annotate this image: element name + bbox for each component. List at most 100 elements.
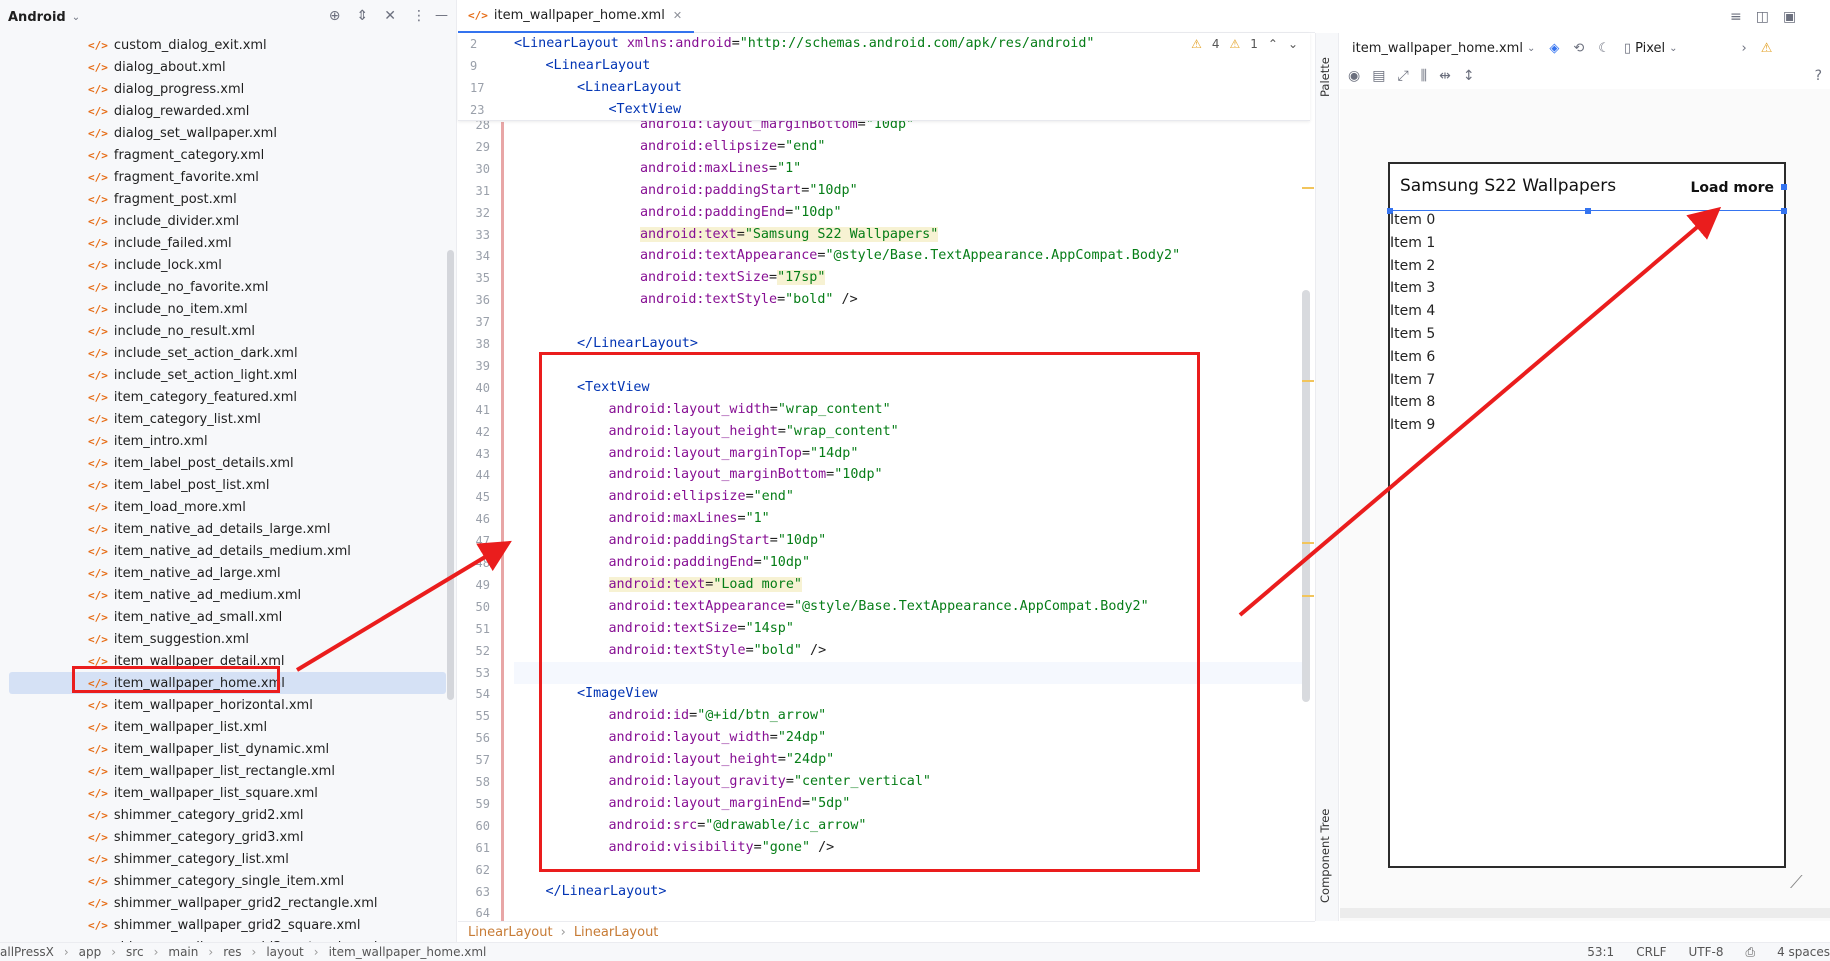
file-item[interactable]: </> item_native_ad_medium.xml [0,584,446,606]
nav-path-item[interactable]: item_wallpaper_home.xml [329,945,487,959]
tab-item-wallpaper-home[interactable]: </> item_wallpaper_home.xml ✕ [458,0,695,33]
preview-list-item[interactable]: Item 1 [1390,235,1435,251]
file-item[interactable]: </> fragment_favorite.xml [0,166,446,188]
preview-list-item[interactable]: Item 8 [1390,394,1435,410]
locate-icon[interactable]: ⊕ [329,8,341,24]
file-item[interactable]: </> item_label_post_details.xml [0,452,446,474]
file-item[interactable]: </> item_wallpaper_list_dynamic.xml [0,738,446,760]
autoconnect-icon[interactable]: ⤢ [1397,68,1408,84]
nav-path-item[interactable]: allPressX [0,945,54,959]
file-item[interactable]: </> dialog_rewarded.xml [0,100,446,122]
file-item[interactable]: </> item_wallpaper_horizontal.xml [0,694,446,716]
resize-handle[interactable] [1585,208,1591,214]
device-preview[interactable]: Samsung S22 Wallpapers Load more Item 0 I… [1387,162,1787,868]
sticky-lines[interactable]: ⚠ 4 ⚠ 1 ⌃ ⌄ <LinearLayout xmlns:android="h… [458,33,1310,121]
device-selector[interactable]: Pixel [1635,41,1665,56]
nav-path-item[interactable]: main [168,945,198,959]
error-stripe-mark[interactable] [1302,187,1314,189]
code-line[interactable]: android:maxLines="1" [514,158,801,180]
file-item[interactable]: </> item_category_list.xml [0,408,446,430]
expand-all-icon[interactable]: ⇕ [357,8,369,24]
breadcrumb-item[interactable]: LinearLayout [574,925,659,940]
file-item[interactable]: </> item_wallpaper_list_rectangle.xml [0,760,446,782]
default-margins-icon[interactable]: ⫼ [1421,68,1427,84]
code-line[interactable]: <LinearLayout [514,55,651,77]
preview-list-item[interactable]: Item 3 [1390,280,1435,296]
file-encoding[interactable]: UTF-8 [1689,945,1724,960]
eye-icon[interactable]: ◉ [1348,68,1360,84]
file-item[interactable]: </> item_native_ad_details_medium.xml [0,540,446,562]
preview-list-item[interactable]: Item 0 [1390,212,1435,228]
previous-highlight-icon[interactable]: ⌃ [1268,37,1278,51]
preview-title[interactable]: Samsung S22 Wallpapers [1400,176,1616,196]
code-line[interactable]: android:textSize="17sp" [514,267,826,289]
code-line[interactable]: android:textStyle="bold" /> [514,289,858,311]
indent-setting[interactable]: 4 spaces [1777,945,1830,960]
file-item[interactable]: </> include_lock.xml [0,254,446,276]
line-separator[interactable]: CRLF [1636,945,1666,960]
night-mode-icon[interactable]: ☾ [1598,41,1610,56]
file-item[interactable]: </> include_divider.xml [0,210,446,232]
file-item[interactable]: </> include_set_action_light.xml [0,364,446,386]
preview-load-more[interactable]: Load more [1691,180,1775,196]
file-item[interactable]: </> shimmer_category_single_item.xml [0,870,446,892]
nav-path-item[interactable]: app [79,945,102,959]
lock-icon[interactable]: ⎙ [1745,945,1755,960]
file-item[interactable]: </> include_no_result.xml [0,320,446,342]
code-line[interactable]: android:paddingStart="10dp" [514,180,858,202]
preview-list-item[interactable]: Item 6 [1390,349,1435,365]
file-item[interactable]: </> shimmer_category_grid2.xml [0,804,446,826]
design-scrollbar[interactable] [1340,908,1830,918]
resize-handle[interactable] [1781,208,1787,214]
file-item[interactable]: </> include_no_favorite.xml [0,276,446,298]
nav-path-item[interactable]: res [223,945,241,959]
nav-path-item[interactable]: src [126,945,144,959]
file-item[interactable]: </> item_category_featured.xml [0,386,446,408]
error-stripe-mark[interactable] [1302,595,1314,597]
caret-position[interactable]: 53:1 [1587,945,1614,960]
file-item[interactable]: </> include_set_action_dark.xml [0,342,446,364]
file-item[interactable]: </> item_wallpaper_list.xml [0,716,446,738]
file-item[interactable]: </> fragment_category.xml [0,144,446,166]
file-item[interactable]: </> dialog_set_wallpaper.xml [0,122,446,144]
file-item[interactable]: </> item_native_ad_details_large.xml [0,518,446,540]
project-view-selector[interactable]: Android [8,10,66,25]
file-item[interactable]: </> shimmer_category_list.xml [0,848,446,870]
breadcrumb-item[interactable]: LinearLayout [468,925,553,940]
file-item[interactable]: </> include_no_item.xml [0,298,446,320]
file-item[interactable]: </> dialog_progress.xml [0,78,446,100]
error-stripe-mark[interactable] [1302,380,1314,382]
layout-file-selector[interactable]: item_wallpaper_home.xml [1352,41,1523,56]
orientation-icon[interactable]: ⟲ [1573,41,1584,56]
code-line[interactable]: <LinearLayout xmlns:android="http://sche… [514,33,1094,55]
file-item[interactable]: </> item_suggestion.xml [0,628,446,650]
help-icon[interactable]: ? [1815,68,1822,84]
preview-list-item[interactable]: Item 5 [1390,326,1435,342]
vcs-change-marker[interactable] [501,122,504,922]
component-tree-tab[interactable]: Component Tree [1318,809,1332,903]
chevron-down-icon[interactable]: ⌄ [72,12,80,23]
design-surface-icon[interactable]: ◈ [1549,41,1559,56]
code-line[interactable]: android:paddingEnd="10dp" [514,202,842,224]
error-stripe-mark[interactable] [1302,542,1314,544]
file-item[interactable]: </> custom_dialog_exit.xml [0,34,446,56]
file-item[interactable]: </> item_label_post_list.xml [0,474,446,496]
file-item[interactable]: </> shimmer_category_grid3.xml [0,826,446,848]
nav-path-item[interactable]: layout [266,945,303,959]
align-icon[interactable]: ↕ [1463,68,1475,84]
project-scrollbar[interactable] [447,250,454,700]
file-item[interactable]: </> item_wallpaper_list_square.xml [0,782,446,804]
minimize-icon[interactable]: — [435,8,448,23]
file-item[interactable]: </> item_intro.xml [0,430,446,452]
code-line[interactable]: android:text="Samsung S22 Wallpapers" [514,224,939,246]
split-view-icon[interactable]: ◫ [1756,9,1769,25]
palette-tab[interactable]: Palette [1318,57,1332,97]
blueprint-icon[interactable]: ▤ [1372,68,1385,84]
collapse-all-icon[interactable]: ✕ [384,8,396,24]
resize-handle[interactable] [1781,184,1787,190]
code-line[interactable]: <LinearLayout [514,77,682,99]
inspection-widget[interactable]: ⚠ 4 ⚠ 1 ⌃ ⌄ [1191,37,1298,51]
code-line[interactable]: android:textAppearance="@style/Base.Text… [514,245,1180,267]
code-line[interactable]: </LinearLayout> [514,881,667,903]
preview-list-item[interactable]: Item 7 [1390,372,1435,388]
